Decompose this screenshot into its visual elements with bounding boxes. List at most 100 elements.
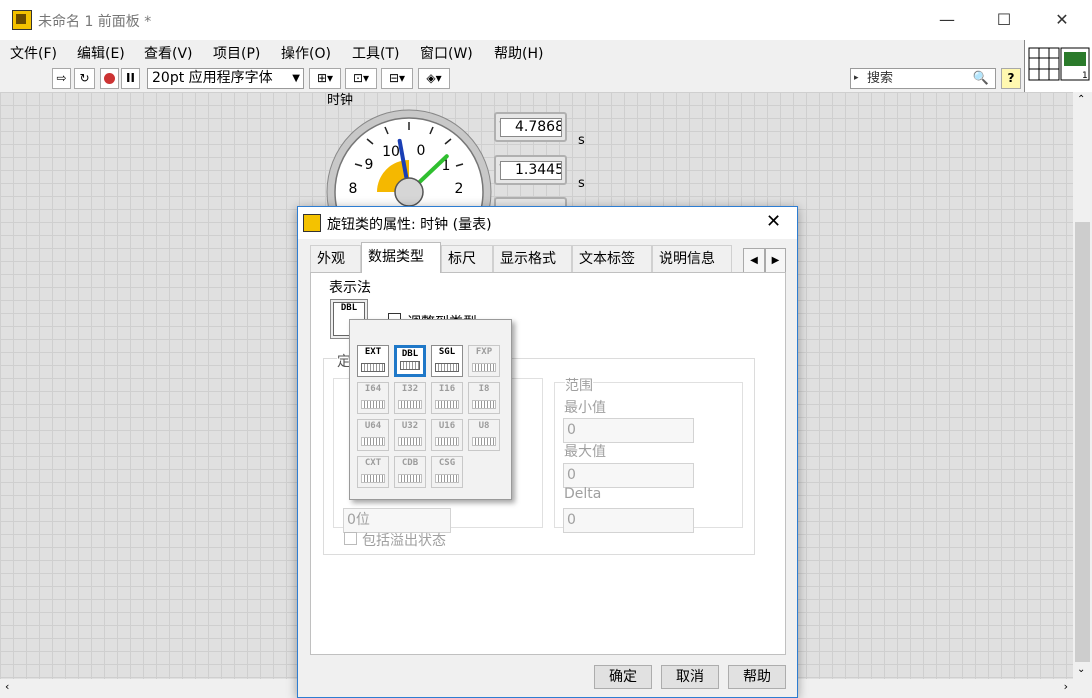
range-delta-field[interactable]: 0 <box>563 508 694 533</box>
representation-strip-icon <box>435 363 459 372</box>
gauge-hub <box>394 177 424 207</box>
representation-option-label: FXP <box>475 347 493 357</box>
font-select-value: 20pt 应用程序字体 <box>152 70 273 86</box>
window-titlebar: 未命名 1 前面板 * — ☐ ✕ <box>0 0 1092 40</box>
representation-strip-icon <box>361 437 385 446</box>
minimize-button[interactable]: — <box>918 0 976 40</box>
vertical-scroll-thumb[interactable] <box>1075 222 1090 662</box>
scroll-up-icon[interactable]: ⌃ <box>1077 94 1085 105</box>
include-overflow-checkbox[interactable] <box>344 532 357 545</box>
search-icon[interactable]: 🔍 <box>973 69 989 88</box>
labview-icon <box>303 214 321 232</box>
abort-icon[interactable] <box>100 68 119 89</box>
menu-project[interactable]: 项目(P) <box>213 43 260 63</box>
menu-help[interactable]: 帮助(H) <box>494 43 543 63</box>
representation-option-i32[interactable]: I32 <box>394 382 426 414</box>
search-input[interactable]: ▸ 搜索 🔍 <box>850 68 996 89</box>
connector-pane[interactable]: 1 <box>1024 40 1092 92</box>
representation-option-cxt[interactable]: CXT <box>357 456 389 488</box>
menu-edit[interactable]: 编辑(E) <box>77 43 125 63</box>
tab-documentation[interactable]: 说明信息 <box>652 245 732 272</box>
representation-option-label: U8 <box>478 421 490 431</box>
range-min-field[interactable]: 0 <box>563 418 694 443</box>
representation-strip-icon <box>435 474 459 483</box>
reorder-icon[interactable]: ◈▾ <box>418 68 450 89</box>
representation-strip-icon <box>472 400 496 409</box>
representation-option-label: SGL <box>438 347 456 357</box>
representation-strip-icon <box>472 363 496 372</box>
gauge-tick-label: 2 <box>455 181 464 197</box>
numeric-indicator[interactable]: ◂4.7868 <box>494 112 567 142</box>
dialog-close-icon[interactable]: ✕ <box>766 211 781 232</box>
tab-scale[interactable]: 标尺 <box>441 245 493 272</box>
representation-option-u32[interactable]: U32 <box>394 419 426 451</box>
representation-option-ext[interactable]: EXT <box>357 345 389 377</box>
resize-objects-icon[interactable]: ⊟▾ <box>381 68 413 89</box>
tab-appearance[interactable]: 外观 <box>310 245 361 272</box>
include-overflow-label: 包括溢出状态 <box>362 533 446 549</box>
run-arrow-icon[interactable]: ⇨ <box>52 68 71 89</box>
help-button[interactable]: 帮助 <box>728 665 786 689</box>
representation-option-i64[interactable]: I64 <box>357 382 389 414</box>
scroll-down-icon[interactable]: ⌄ <box>1077 664 1085 675</box>
representation-strip-icon <box>398 437 422 446</box>
svg-text:1: 1 <box>1082 71 1088 81</box>
window-title: 未命名 1 前面板 * <box>38 14 152 30</box>
representation-strip-icon <box>472 437 496 446</box>
representation-strip-icon <box>435 400 459 409</box>
tab-text-labels[interactable]: 文本标签 <box>572 245 652 272</box>
representation-option-sgl[interactable]: SGL <box>431 345 463 377</box>
tab-scroll-left-icon[interactable]: ◀ <box>743 248 765 274</box>
representation-strip-icon <box>361 363 385 372</box>
representation-option-u16[interactable]: U16 <box>431 419 463 451</box>
range-max-label: 最大值 <box>564 444 606 460</box>
representation-option-cdb[interactable]: CDB <box>394 456 426 488</box>
representation-option-i8[interactable]: I8 <box>468 382 500 414</box>
representation-option-label: EXT <box>364 347 382 357</box>
representation-strip-icon <box>398 474 422 483</box>
menu-tools[interactable]: 工具(T) <box>352 43 399 63</box>
maximize-button[interactable]: ☐ <box>975 0 1033 40</box>
gauge-tick-label: 8 <box>349 181 358 197</box>
close-button[interactable]: ✕ <box>1033 0 1091 40</box>
gauge-clock[interactable]: 0 1 2 8 9 10 <box>325 108 493 208</box>
representation-option-csg[interactable]: CSG <box>431 456 463 488</box>
font-select[interactable]: 20pt 应用程序字体 ▼ <box>147 68 304 89</box>
menu-file[interactable]: 文件(F) <box>10 43 57 63</box>
distribute-objects-icon[interactable]: ⊡▾ <box>345 68 377 89</box>
representation-option-i16[interactable]: I16 <box>431 382 463 414</box>
menu-view[interactable]: 查看(V) <box>144 43 193 63</box>
representation-option-dbl[interactable]: DBL <box>394 345 426 377</box>
numeric-indicator-value: 1.3445 <box>500 161 562 180</box>
representation-option-label: CXT <box>364 458 382 468</box>
representation-option-label: U32 <box>401 421 419 431</box>
representation-option-label: CSG <box>438 458 456 468</box>
scroll-left-icon[interactable]: ‹ <box>5 680 9 693</box>
representation-option-label: CDB <box>401 458 419 468</box>
tab-data-type[interactable]: 数据类型 <box>361 242 441 273</box>
cancel-button[interactable]: 取消 <box>661 665 719 689</box>
representation-option-fxp[interactable]: FXP <box>468 345 500 377</box>
numeric-indicator[interactable]: ◂1.3445 <box>494 155 567 185</box>
tab-display-format[interactable]: 显示格式 <box>493 245 572 272</box>
representation-strip-icon <box>435 437 459 446</box>
gauge-tick-label: 10 <box>382 144 400 160</box>
representation-option-label: I8 <box>478 384 490 394</box>
representation-option-u64[interactable]: U64 <box>357 419 389 451</box>
numeric-indicator-value: 4.7868 <box>500 118 562 137</box>
context-help-icon[interactable]: ? <box>1001 68 1021 89</box>
pause-icon[interactable]: II <box>121 68 140 89</box>
dropdown-arrow-icon: ▸ <box>854 73 859 83</box>
ok-button[interactable]: 确定 <box>594 665 652 689</box>
representation-option-label: U64 <box>364 421 382 431</box>
range-max-field[interactable]: 0 <box>563 463 694 488</box>
representation-option-u8[interactable]: U8 <box>468 419 500 451</box>
tab-scroll-right-icon[interactable]: ▶ <box>765 248 786 274</box>
range-min-label: 最小值 <box>564 400 606 416</box>
align-objects-icon[interactable]: ⊞▾ <box>309 68 341 89</box>
run-continuously-icon[interactable]: ↻ <box>74 68 95 89</box>
representation-option-label: I32 <box>401 384 419 394</box>
scroll-right-icon[interactable]: › <box>1064 680 1068 693</box>
menu-operate[interactable]: 操作(O) <box>281 43 331 63</box>
menu-window[interactable]: 窗口(W) <box>420 43 473 63</box>
